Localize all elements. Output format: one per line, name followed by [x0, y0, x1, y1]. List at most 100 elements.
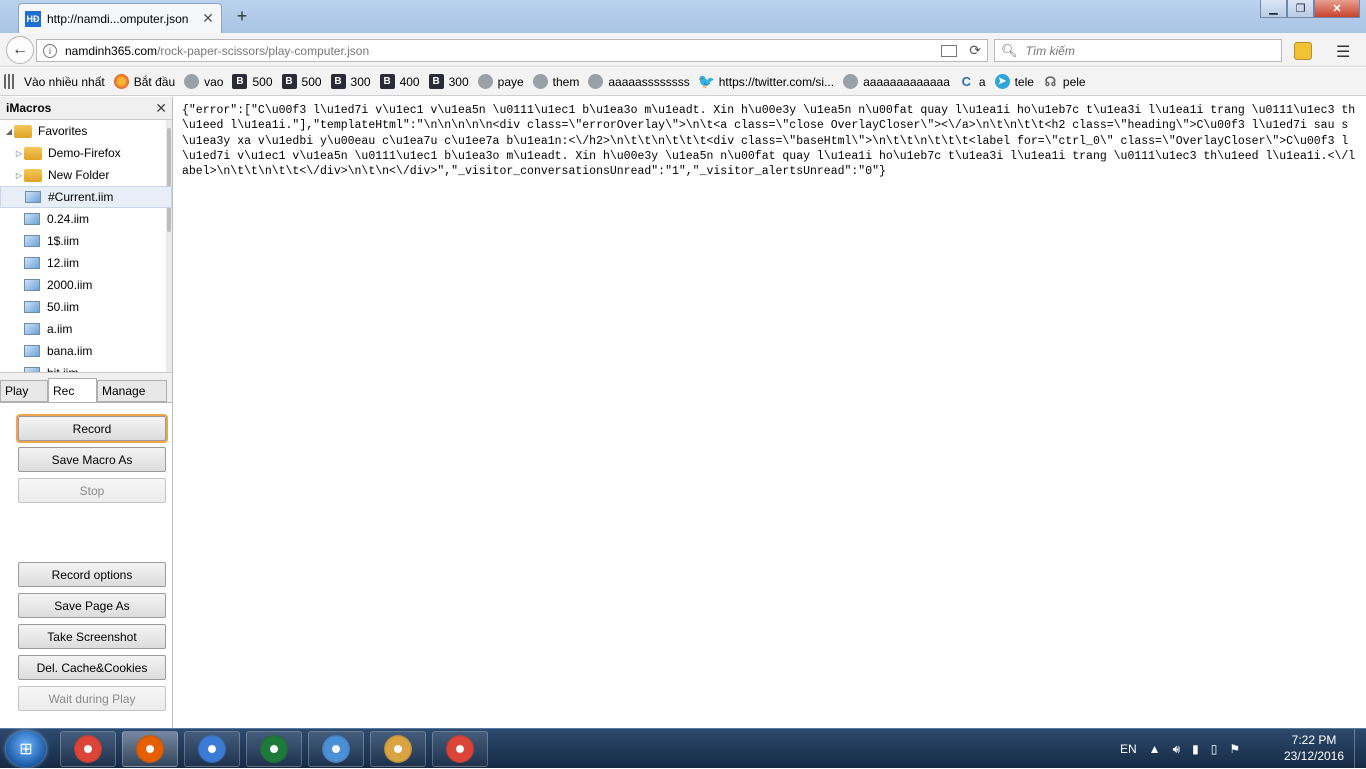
twitter-icon: 🐦: [697, 73, 715, 89]
globe-icon: [532, 74, 548, 89]
taskbar-app-chrome2[interactable]: [432, 731, 488, 767]
reader-view-icon[interactable]: [941, 44, 958, 57]
stop-button[interactable]: Stop: [18, 478, 166, 503]
show-desktop-button[interactable]: [1354, 729, 1366, 769]
bookmark-item[interactable]: B 500: [232, 74, 273, 89]
taskbar-app-photos[interactable]: [308, 731, 364, 767]
bookmark-item[interactable]: Ca: [959, 74, 986, 89]
maximize-icon[interactable]: ❐: [1287, 0, 1314, 18]
bookmark-item[interactable]: them: [532, 74, 580, 89]
globe-icon: [477, 74, 493, 89]
tab-play[interactable]: Play: [0, 380, 48, 402]
bookmark-item[interactable]: 🐦 https://twitter.com/si...: [697, 73, 835, 89]
tree-folder[interactable]: ▷ Demo-Firefox: [0, 142, 172, 164]
tab-strip: HĐ http://namdi...omputer.json ✕ + ▁ ❐ ✕: [0, 0, 1366, 33]
power-icon[interactable]: ▯: [1211, 742, 1218, 756]
tree-macro-file[interactable]: 2000.iim: [0, 274, 172, 296]
bookmark-item[interactable]: aaaaaaaaaaaaa: [843, 74, 950, 89]
bookmark-item[interactable]: B 400: [379, 74, 420, 89]
back-icon[interactable]: ←: [6, 36, 34, 64]
tree-expander-icon[interactable]: ◢: [4, 127, 14, 136]
reload-icon[interactable]: ⟳: [969, 42, 981, 59]
tree-macro-file[interactable]: #Current.iim: [0, 186, 172, 208]
search-input[interactable]: [1023, 42, 1264, 59]
del-cache-cookies-button[interactable]: Del. Cache&Cookies: [18, 655, 166, 680]
bookmark-item[interactable]: B 500: [281, 74, 322, 89]
taskbar-clock[interactable]: 7:22 PM 23/12/2016: [1276, 732, 1352, 764]
extension-icon[interactable]: [1294, 42, 1312, 60]
tree-item-label: New Folder: [48, 168, 110, 182]
bookmark-item[interactable]: vao: [184, 74, 223, 89]
bookmarks-bar: Vào nhiều nhất Bắt đầu vao B 500 B 500 B 300 B 400…: [0, 68, 1366, 96]
tab-rec[interactable]: Rec: [48, 378, 97, 402]
tab-manage[interactable]: Manage: [97, 380, 167, 402]
sidebar-close-icon[interactable]: ✕: [155, 100, 167, 117]
tree-folder[interactable]: ◢ Favorites: [0, 120, 172, 142]
network-icon[interactable]: ▮: [1192, 742, 1199, 756]
system-tray: EN ▲ 🔊︎ ▮ ▯ ⚑: [1120, 729, 1252, 769]
search-icon: 🔍︎: [1001, 42, 1018, 58]
bookmark-label: them: [552, 74, 580, 89]
site-favicon-icon: HĐ: [25, 10, 41, 27]
url-bar[interactable]: i namdinh365.com/rock-paper-scissors/pla…: [36, 39, 988, 62]
bookmark-item[interactable]: B 300: [428, 74, 469, 89]
save-macro-as-button[interactable]: Save Macro As: [18, 447, 166, 472]
tray-arrow-icon[interactable]: ▲: [1149, 742, 1161, 756]
tree-item-label: Demo-Firefox: [48, 146, 121, 160]
site-info-icon[interactable]: i: [43, 43, 57, 58]
tree-macro-file[interactable]: bit.iim: [0, 362, 172, 372]
tree-macro-file[interactable]: 50.iim: [0, 296, 172, 318]
macro-file-icon: [25, 191, 41, 203]
bookmark-item[interactable]: Bắt đầu: [113, 74, 175, 89]
volume-icon[interactable]: 🔊︎: [1173, 742, 1181, 757]
browser-tab[interactable]: HĐ http://namdi...omputer.json ✕: [18, 3, 222, 33]
bookmark-label: aaaaassssssss: [608, 74, 690, 89]
tree-macro-file[interactable]: a.iim: [0, 318, 172, 340]
bookmark-item[interactable]: ➤ tele: [994, 74, 1034, 89]
tree-macro-file[interactable]: 0.24.iim: [0, 208, 172, 230]
tree-macro-file[interactable]: bana.iim: [0, 340, 172, 362]
pele-icon: ☊: [1044, 73, 1057, 89]
tab-title: http://namdi...omputer.json: [47, 11, 189, 26]
tree-item-label: 12.iim: [47, 256, 80, 270]
url-path: /rock-paper-scissors/play-computer.json: [157, 43, 370, 58]
language-indicator[interactable]: EN: [1120, 742, 1137, 756]
url-text[interactable]: namdinh365.com/rock-paper-scissors/play-…: [65, 44, 941, 58]
record-button[interactable]: Record: [16, 414, 168, 443]
tree-expander-icon[interactable]: ▷: [14, 149, 24, 158]
bookmark-item[interactable]: paye: [477, 74, 524, 89]
tree-folder[interactable]: ▷ New Folder: [0, 164, 172, 186]
taskbar-app-remote[interactable]: [184, 731, 240, 767]
bookmark-item[interactable]: B 300: [330, 74, 371, 89]
taskbar-app-excel[interactable]: [246, 731, 302, 767]
bookmark-item[interactable]: aaaaassssssss: [588, 74, 690, 89]
save-page-as-button[interactable]: Save Page As: [18, 593, 166, 618]
folder-icon: [14, 124, 32, 138]
bookmark-item[interactable]: ☊ pele: [1043, 74, 1086, 89]
flag-icon[interactable]: ⚑: [1229, 742, 1240, 756]
search-bar[interactable]: 🔍︎: [994, 39, 1282, 62]
bookmark-label: 300: [448, 74, 469, 89]
telegram-icon: ➤: [994, 74, 1010, 89]
start-button[interactable]: ⊞: [6, 731, 46, 767]
taskbar-app-firefox[interactable]: [122, 731, 178, 767]
tree-macro-file[interactable]: 1$.iim: [0, 230, 172, 252]
new-tab-icon[interactable]: +: [232, 6, 252, 27]
taskbar-app-chrome[interactable]: [60, 731, 116, 767]
window-close-icon[interactable]: ✕: [1314, 0, 1360, 18]
bookmark-item[interactable]: Vào nhiều nhất: [4, 74, 105, 89]
minimize-icon[interactable]: ▁: [1260, 0, 1287, 18]
b-icon: B: [330, 74, 346, 89]
wait-during-play-button[interactable]: Wait during Play: [18, 686, 166, 711]
folder-icon: [24, 146, 42, 160]
tab-close-icon[interactable]: ✕: [201, 10, 215, 27]
record-options-button[interactable]: Record options: [18, 562, 166, 587]
sidebar-title: iMacros: [6, 101, 52, 115]
chrome-icon: [74, 735, 102, 763]
taskbar-app-paint[interactable]: [370, 731, 426, 767]
tree-macro-file[interactable]: 12.iim: [0, 252, 172, 274]
globe-icon: [588, 74, 604, 89]
take-screenshot-button[interactable]: Take Screenshot: [18, 624, 166, 649]
tree-expander-icon[interactable]: ▷: [14, 171, 24, 180]
hamburger-menu-icon[interactable]: ☰: [1336, 42, 1350, 62]
